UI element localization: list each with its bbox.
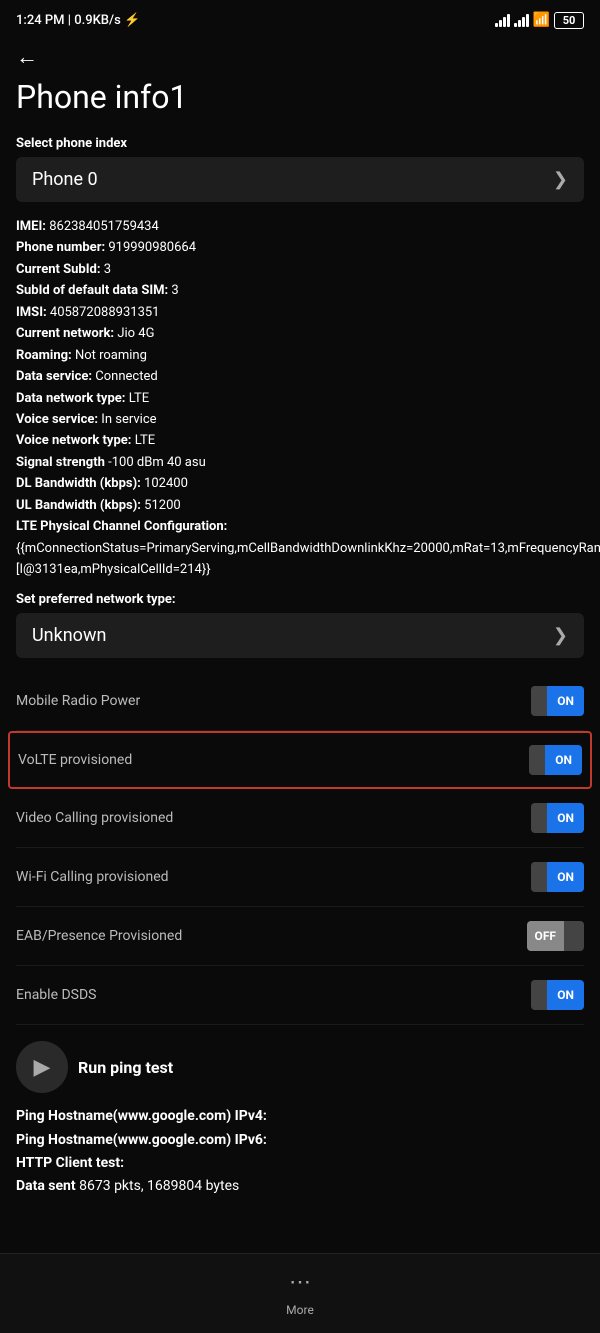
enable-dsds-label: Enable DSDS xyxy=(16,987,96,1003)
content-area: Select phone index Phone 0 ❯ IMEI: 86238… xyxy=(0,136,600,1288)
wifi-icon: 📶 xyxy=(533,12,550,28)
chevron-right-icon-2: ❯ xyxy=(553,625,568,646)
more-icon: ⋯ xyxy=(289,1270,311,1295)
ping-section: ▶ Run ping test Ping Hostname(www.google… xyxy=(16,1041,584,1197)
current-subid-row: Current SubId: 3 xyxy=(16,259,584,280)
battery-icon: 50 xyxy=(554,12,584,29)
page-title: Phone info1 xyxy=(16,78,584,116)
data-service-row: Data service: Connected xyxy=(16,366,584,387)
signal-strength-row: Signal strength -100 dBm 40 asu xyxy=(16,452,584,473)
data-network-type-row: Data network type: LTE xyxy=(16,388,584,409)
voice-service-row: Voice service: In service xyxy=(16,409,584,430)
signal-icon xyxy=(495,13,510,27)
current-network-row: Current network: Jio 4G xyxy=(16,323,584,344)
volte-provisioned-row: VoLTE provisioned ON xyxy=(8,731,592,789)
volte-provisioned-toggle[interactable]: ON xyxy=(529,745,582,775)
run-ping-button[interactable]: ▶ Run ping test xyxy=(16,1041,173,1093)
wifi-calling-provisioned-label: Wi-Fi Calling provisioned xyxy=(16,869,169,885)
dl-bandwidth-row: DL Bandwidth (kbps): 102400 xyxy=(16,473,584,494)
run-ping-icon: ▶ xyxy=(16,1041,68,1093)
voice-network-type-row: Voice network type: LTE xyxy=(16,430,584,451)
data-sent-row: Data sent 8673 pkts, 1689804 bytes xyxy=(16,1175,584,1198)
more-label: More xyxy=(286,1303,314,1317)
enable-dsds-toggle[interactable]: ON xyxy=(531,980,584,1010)
mobile-radio-power-toggle[interactable]: ON xyxy=(531,686,584,716)
preferred-network-label: Set preferred network type: xyxy=(16,592,584,607)
mobile-radio-power-row: Mobile Radio Power ON xyxy=(16,672,584,731)
enable-dsds-row: Enable DSDS ON xyxy=(16,966,584,1025)
phone-index-value: Phone 0 xyxy=(32,169,98,190)
mobile-radio-power-label: Mobile Radio Power xyxy=(16,693,140,709)
ping-info-block: Ping Hostname(www.google.com) IPv4: Ping… xyxy=(16,1105,584,1197)
status-time: 1:24 PM xyxy=(16,13,65,28)
preferred-network-dropdown[interactable]: Unknown ❯ xyxy=(16,613,584,658)
roaming-row: Roaming: Not roaming xyxy=(16,345,584,366)
phone-index-dropdown[interactable]: Phone 0 ❯ xyxy=(16,157,584,202)
video-calling-provisioned-label: Video Calling provisioned xyxy=(16,810,173,826)
status-speed: 0.9KB/s xyxy=(74,13,121,28)
wifi-calling-provisioned-toggle[interactable]: ON xyxy=(531,862,584,892)
phone-number-row: Phone number: 919990980664 xyxy=(16,237,584,258)
bottom-nav[interactable]: ⋯ More xyxy=(0,1253,600,1333)
chevron-right-icon: ❯ xyxy=(553,169,568,190)
eab-presence-provisioned-toggle[interactable]: OFF xyxy=(527,921,584,951)
preferred-network-value: Unknown xyxy=(32,625,106,646)
ping-ipv4-row: Ping Hostname(www.google.com) IPv4: xyxy=(16,1105,584,1128)
imei-row: IMEI: 862384051759434 xyxy=(16,216,584,237)
status-bar: 1:24 PM | 0.9KB/s ⚡ 📶 50 xyxy=(0,0,600,36)
back-button[interactable]: ← xyxy=(16,44,38,70)
run-ping-label: Run ping test xyxy=(78,1058,173,1077)
lte-physical-row: LTE Physical Channel Configuration: {{mC… xyxy=(16,516,584,580)
status-icons: 📶 50 xyxy=(495,12,584,29)
http-client-row: HTTP Client test: xyxy=(16,1152,584,1175)
phone-info-block: IMEI: 862384051759434 Phone number: 9199… xyxy=(16,216,584,580)
ping-ipv6-row: Ping Hostname(www.google.com) IPv6: xyxy=(16,1129,584,1152)
ul-bandwidth-row: UL Bandwidth (kbps): 51200 xyxy=(16,495,584,516)
volte-provisioned-label: VoLTE provisioned xyxy=(18,752,132,768)
toggle-section: Mobile Radio Power ON VoLTE provisioned … xyxy=(16,672,584,1025)
video-calling-provisioned-row: Video Calling provisioned ON xyxy=(16,789,584,848)
imsi-row: IMSI: 405872088931351 xyxy=(16,302,584,323)
eab-presence-provisioned-row: EAB/Presence Provisioned OFF xyxy=(16,907,584,966)
status-time-speed: 1:24 PM | 0.9KB/s ⚡ xyxy=(16,13,140,28)
wifi-calling-provisioned-row: Wi-Fi Calling provisioned ON xyxy=(16,848,584,907)
signal-icon-2 xyxy=(514,13,529,27)
subid-default-row: SubId of default data SIM: 3 xyxy=(16,280,584,301)
eab-presence-provisioned-label: EAB/Presence Provisioned xyxy=(16,928,182,944)
header: ← Phone info1 xyxy=(0,36,600,136)
phone-index-label: Select phone index xyxy=(16,136,584,151)
video-calling-provisioned-toggle[interactable]: ON xyxy=(531,803,584,833)
